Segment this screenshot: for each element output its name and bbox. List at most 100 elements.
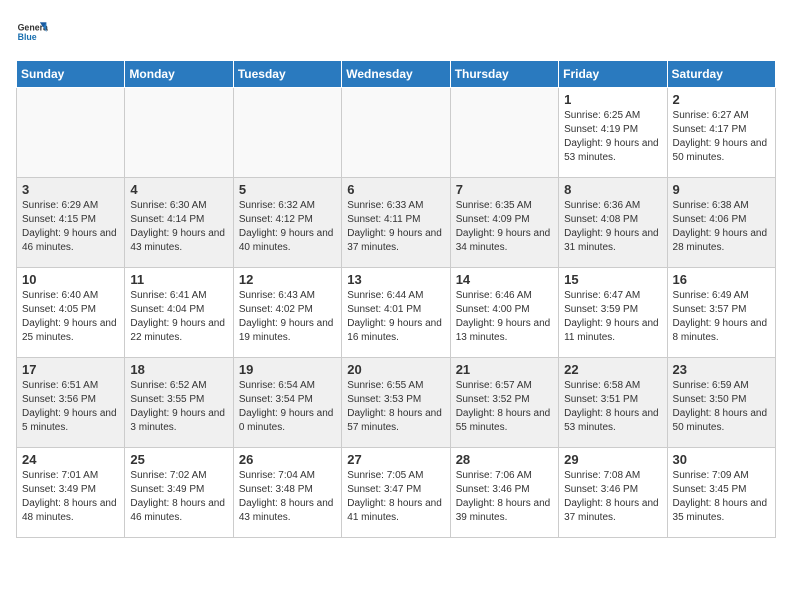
day-info: Sunrise: 6:27 AM Sunset: 4:17 PM Dayligh… [673,109,770,165]
calendar-cell: 14 Sunrise: 6:46 AM Sunset: 4:00 PM Dayli… [450,268,558,358]
svg-text:Blue: Blue [18,32,37,42]
calendar-day-header: Saturday [667,61,775,88]
day-number: 12 [239,272,336,287]
calendar-day-header: Sunday [17,61,125,88]
day-number: 11 [130,272,227,287]
calendar-cell: 19Sunrise: 6:54 AM Sunset: 3:54 PM Dayli… [233,358,341,448]
calendar-week-row: 1 Sunrise: 6:25 AM Sunset: 4:19 PM Daylig… [17,88,776,178]
calendar-table: SundayMondayTuesdayWednesdayThursdayFrid… [16,60,776,538]
day-number: 22 [564,362,661,377]
logo: General Blue [16,16,48,48]
calendar-cell: 12 Sunrise: 6:43 AM Sunset: 4:02 PM Dayli… [233,268,341,358]
calendar-week-row: 3 Sunrise: 6:29 AM Sunset: 4:15 PM Daylig… [17,178,776,268]
calendar-day-header: Friday [559,61,667,88]
day-info: Sunrise: 6:32 AM Sunset: 4:12 PM Dayligh… [239,199,336,255]
calendar-cell: 2 Sunrise: 6:27 AM Sunset: 4:17 PM Daylig… [667,88,775,178]
calendar-day-header: Thursday [450,61,558,88]
calendar-cell: 30 Sunrise: 7:09 AM Sunset: 3:45 PM Dayli… [667,448,775,538]
calendar-cell: 27 Sunrise: 7:05 AM Sunset: 3:47 PM Dayli… [342,448,450,538]
day-info: Sunrise: 6:46 AM Sunset: 4:00 PM Dayligh… [456,289,553,345]
day-info: Sunrise: 6:58 AM Sunset: 3:51 PM Dayligh… [564,379,661,435]
day-number: 3 [22,182,119,197]
day-number: 4 [130,182,227,197]
day-info: Sunrise: 6:33 AM Sunset: 4:11 PM Dayligh… [347,199,444,255]
calendar-cell: 5 Sunrise: 6:32 AM Sunset: 4:12 PM Daylig… [233,178,341,268]
calendar-week-row: 17 Sunrise: 6:51 AM Sunset: 3:56 PM Dayli… [17,358,776,448]
day-number: 10 [22,272,119,287]
day-number: 20 [347,362,444,377]
day-info: Sunrise: 7:02 AM Sunset: 3:49 PM Dayligh… [130,469,227,525]
day-info: Sunrise: 7:08 AM Sunset: 3:46 PM Dayligh… [564,469,661,525]
calendar-cell: 10 Sunrise: 6:40 AM Sunset: 4:05 PM Dayli… [17,268,125,358]
logo-icon: General Blue [16,16,48,48]
day-number: 7 [456,182,553,197]
day-info: Sunrise: 6:29 AM Sunset: 4:15 PM Dayligh… [22,199,119,255]
day-number: 30 [673,452,770,467]
day-number: 28 [456,452,553,467]
day-number: 17 [22,362,119,377]
day-info: Sunrise: 6:36 AM Sunset: 4:08 PM Dayligh… [564,199,661,255]
day-info: Sunrise: 6:25 AM Sunset: 4:19 PM Dayligh… [564,109,661,165]
day-number: 18 [130,362,227,377]
calendar-cell: 4 Sunrise: 6:30 AM Sunset: 4:14 PM Daylig… [125,178,233,268]
calendar-cell: 13Sunrise: 6:44 AM Sunset: 4:01 PM Dayli… [342,268,450,358]
calendar-day-header: Tuesday [233,61,341,88]
calendar-week-row: 10 Sunrise: 6:40 AM Sunset: 4:05 PM Dayli… [17,268,776,358]
day-info: Sunrise: 7:04 AM Sunset: 3:48 PM Dayligh… [239,469,336,525]
calendar-cell: 22 Sunrise: 6:58 AM Sunset: 3:51 PM Dayli… [559,358,667,448]
day-info: Sunrise: 6:35 AM Sunset: 4:09 PM Dayligh… [456,199,553,255]
calendar-cell: 16Sunrise: 6:49 AM Sunset: 3:57 PM Dayli… [667,268,775,358]
day-number: 1 [564,92,661,107]
day-number: 15 [564,272,661,287]
day-info: Sunrise: 7:05 AM Sunset: 3:47 PM Dayligh… [347,469,444,525]
calendar-cell: 6 Sunrise: 6:33 AM Sunset: 4:11 PM Daylig… [342,178,450,268]
day-number: 23 [673,362,770,377]
calendar-cell: 9 Sunrise: 6:38 AM Sunset: 4:06 PM Daylig… [667,178,775,268]
day-info: Sunrise: 6:57 AM Sunset: 3:52 PM Dayligh… [456,379,553,435]
calendar-cell: 28 Sunrise: 7:06 AM Sunset: 3:46 PM Dayli… [450,448,558,538]
calendar-cell [125,88,233,178]
day-number: 14 [456,272,553,287]
day-info: Sunrise: 7:06 AM Sunset: 3:46 PM Dayligh… [456,469,553,525]
day-number: 21 [456,362,553,377]
calendar-day-header: Wednesday [342,61,450,88]
calendar-cell [233,88,341,178]
calendar-cell: 15Sunrise: 6:47 AM Sunset: 3:59 PM Dayli… [559,268,667,358]
day-number: 29 [564,452,661,467]
calendar-cell: 26 Sunrise: 7:04 AM Sunset: 3:48 PM Dayli… [233,448,341,538]
calendar-cell: 17 Sunrise: 6:51 AM Sunset: 3:56 PM Dayli… [17,358,125,448]
calendar-cell: 1 Sunrise: 6:25 AM Sunset: 4:19 PM Daylig… [559,88,667,178]
day-number: 27 [347,452,444,467]
day-number: 9 [673,182,770,197]
calendar-cell: 3 Sunrise: 6:29 AM Sunset: 4:15 PM Daylig… [17,178,125,268]
day-number: 2 [673,92,770,107]
calendar-week-row: 24Sunrise: 7:01 AM Sunset: 3:49 PM Dayli… [17,448,776,538]
day-info: Sunrise: 6:38 AM Sunset: 4:06 PM Dayligh… [673,199,770,255]
day-number: 13 [347,272,444,287]
calendar-cell [17,88,125,178]
day-info: Sunrise: 6:52 AM Sunset: 3:55 PM Dayligh… [130,379,227,435]
day-info: Sunrise: 6:41 AM Sunset: 4:04 PM Dayligh… [130,289,227,345]
day-number: 8 [564,182,661,197]
day-number: 16 [673,272,770,287]
calendar-cell: 21 Sunrise: 6:57 AM Sunset: 3:52 PM Dayli… [450,358,558,448]
calendar-cell [450,88,558,178]
calendar-cell: 29 Sunrise: 7:08 AM Sunset: 3:46 PM Dayli… [559,448,667,538]
day-info: Sunrise: 6:40 AM Sunset: 4:05 PM Dayligh… [22,289,119,345]
day-number: 26 [239,452,336,467]
day-number: 6 [347,182,444,197]
day-info: Sunrise: 6:55 AM Sunset: 3:53 PM Dayligh… [347,379,444,435]
day-number: 5 [239,182,336,197]
calendar-cell: 20 Sunrise: 6:55 AM Sunset: 3:53 PM Dayli… [342,358,450,448]
page-header: General Blue [16,16,776,48]
day-info: Sunrise: 6:51 AM Sunset: 3:56 PM Dayligh… [22,379,119,435]
day-info: Sunrise: 6:30 AM Sunset: 4:14 PM Dayligh… [130,199,227,255]
day-info: Sunrise: 6:43 AM Sunset: 4:02 PM Dayligh… [239,289,336,345]
day-number: 19 [239,362,336,377]
day-info: Sunrise: 7:09 AM Sunset: 3:45 PM Dayligh… [673,469,770,525]
calendar-cell: 11 Sunrise: 6:41 AM Sunset: 4:04 PM Dayli… [125,268,233,358]
calendar-cell: 25Sunrise: 7:02 AM Sunset: 3:49 PM Dayli… [125,448,233,538]
calendar-body: 1 Sunrise: 6:25 AM Sunset: 4:19 PM Daylig… [17,88,776,538]
day-info: Sunrise: 7:01 AM Sunset: 3:49 PM Dayligh… [22,469,119,525]
calendar-cell [342,88,450,178]
